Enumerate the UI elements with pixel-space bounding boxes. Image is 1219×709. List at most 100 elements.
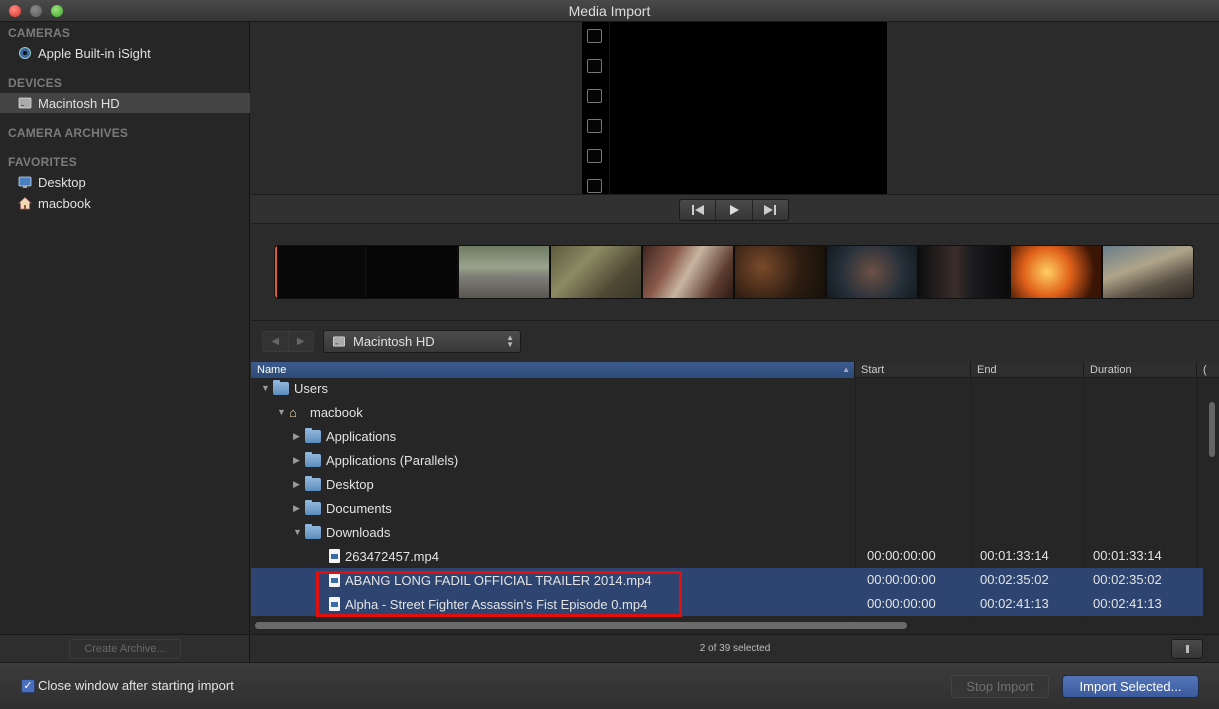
cell-start: 00:00:00:00 [867, 572, 936, 587]
preview-viewer [251, 22, 1219, 194]
film-perforation [587, 59, 602, 73]
view-options-button[interactable] [1171, 639, 1203, 659]
sidebar: CAMERAS Apple Built-in iSight DEVICES Ma… [0, 22, 250, 634]
table-row[interactable]: ▶ Desktop [251, 472, 1203, 496]
cell-duration: 00:01:33:14 [1093, 548, 1162, 563]
section-header-devices: DEVICES [8, 76, 63, 90]
selection-count: 2 of 39 selected [699, 643, 771, 654]
filmstrip-frame [551, 246, 642, 298]
table-row[interactable]: 263472457.mp4 00:00:00:00 00:01:33:14 00… [251, 544, 1203, 568]
import-selected-button[interactable]: Import Selected... [1062, 675, 1199, 698]
browser-toolbar: ◀ ▶ Macintosh HD ▲ ▼ [251, 320, 1219, 362]
film-perforation [587, 119, 602, 133]
sidebar-item-macintosh-hd[interactable]: Macintosh HD [0, 93, 250, 113]
filmstrip-frame [1103, 246, 1193, 298]
close-window-checkbox[interactable]: ✓ [21, 679, 35, 693]
back-button[interactable]: ◀ [263, 332, 289, 351]
filmstrip-frame [827, 246, 918, 298]
filmstrip-frame [275, 246, 366, 298]
table-row[interactable]: ▼ Downloads [251, 520, 1203, 544]
cell-start: 00:00:00:00 [867, 548, 936, 563]
film-perforation [587, 149, 602, 163]
forward-button[interactable]: ▶ [289, 332, 314, 351]
cell-end: 00:02:41:13 [980, 596, 1049, 611]
video-file-icon [329, 549, 340, 563]
skip-forward-icon [764, 205, 777, 215]
disclosure-collapsed-icon[interactable]: ▶ [293, 479, 305, 490]
skip-back-icon [691, 205, 704, 215]
filmstrip-frame [643, 246, 734, 298]
hard-drive-icon [333, 336, 345, 347]
disclosure-expanded-icon[interactable]: ▼ [293, 527, 305, 537]
section-header-favorites: FAVORITES [8, 155, 77, 169]
transport-bar [251, 194, 1219, 224]
previous-button[interactable] [680, 200, 717, 220]
disclosure-collapsed-icon[interactable]: ▶ [293, 503, 305, 514]
sidebar-item-label: Apple Built-in iSight [38, 45, 151, 61]
film-perforation [587, 179, 602, 193]
film-divider [609, 22, 610, 194]
horizontal-scrollbar[interactable] [251, 618, 1219, 634]
filmstrip-frame [459, 246, 550, 298]
folder-icon [305, 523, 321, 539]
filmstrip-frame [735, 246, 826, 298]
video-preview [582, 22, 887, 194]
nav-buttons: ◀ ▶ [262, 331, 314, 352]
filmstrip-frame [919, 246, 1010, 298]
sidebar-footer: Create Archive... [0, 634, 250, 662]
selection-highlight-box [316, 571, 682, 617]
sidebar-item-desktop[interactable]: Desktop [0, 172, 250, 192]
hard-drive-icon [18, 96, 32, 110]
disclosure-collapsed-icon[interactable]: ▶ [293, 431, 305, 442]
cell-duration: 00:02:35:02 [1093, 572, 1162, 587]
table-row[interactable]: ▶ Applications [251, 424, 1203, 448]
cell-start: 00:00:00:00 [867, 596, 936, 611]
folder-icon [305, 451, 321, 467]
home-icon [18, 196, 32, 210]
sidebar-item-isight[interactable]: Apple Built-in iSight [0, 43, 250, 63]
create-archive-button[interactable]: Create Archive... [69, 639, 181, 659]
next-button[interactable] [753, 200, 788, 220]
location-select-value: Macintosh HD [353, 334, 435, 349]
transport-controls [679, 199, 789, 221]
handle-icon [1185, 645, 1189, 653]
status-bar: 2 of 39 selected [251, 634, 1219, 662]
filmstrip-area [251, 224, 1219, 320]
playhead[interactable] [275, 246, 277, 298]
play-button[interactable] [716, 200, 753, 220]
table-row[interactable]: ▶ Documents [251, 496, 1203, 520]
disclosure-collapsed-icon[interactable]: ▶ [293, 455, 305, 466]
location-select[interactable]: Macintosh HD ▲ ▼ [323, 330, 521, 353]
close-window-label[interactable]: Close window after starting import [38, 678, 234, 693]
folder-icon [305, 499, 321, 515]
filmstrip[interactable] [275, 246, 1193, 298]
desktop-icon [18, 175, 32, 189]
home-icon: ⌂ [289, 404, 297, 420]
cell-duration: 00:02:41:13 [1093, 596, 1162, 611]
section-header-camera-archives: CAMERA ARCHIVES [8, 126, 129, 140]
vertical-scrollbar[interactable] [1207, 378, 1217, 618]
table-row[interactable]: ▼ ⌂ macbook [251, 400, 1203, 424]
vertical-scroll-thumb[interactable] [1209, 402, 1215, 457]
disclosure-expanded-icon[interactable]: ▼ [277, 407, 289, 417]
sidebar-item-label: macbook [38, 195, 91, 211]
sidebar-item-label: Desktop [38, 174, 86, 190]
stop-import-button[interactable]: Stop Import [951, 675, 1049, 698]
camera-icon [18, 46, 32, 60]
window-title: Media Import [568, 3, 651, 19]
bottom-bar: ✓ Close window after starting import Sto… [0, 662, 1219, 709]
cell-end: 00:01:33:14 [980, 548, 1049, 563]
disclosure-expanded-icon[interactable]: ▼ [261, 383, 273, 393]
section-header-cameras: CAMERAS [8, 26, 71, 40]
horizontal-scroll-thumb[interactable] [255, 622, 907, 629]
table-row[interactable]: ▼ Users [251, 376, 1203, 400]
sidebar-item-label: Macintosh HD [38, 95, 120, 111]
filmstrip-frame [1011, 246, 1102, 298]
film-perforation [587, 29, 602, 43]
folder-icon [305, 475, 321, 491]
title-bar: Media Import [0, 0, 1219, 22]
filmstrip-frame [367, 246, 458, 298]
folder-icon [305, 427, 321, 443]
table-row[interactable]: ▶ Applications (Parallels) [251, 448, 1203, 472]
sidebar-item-macbook[interactable]: macbook [0, 193, 250, 213]
